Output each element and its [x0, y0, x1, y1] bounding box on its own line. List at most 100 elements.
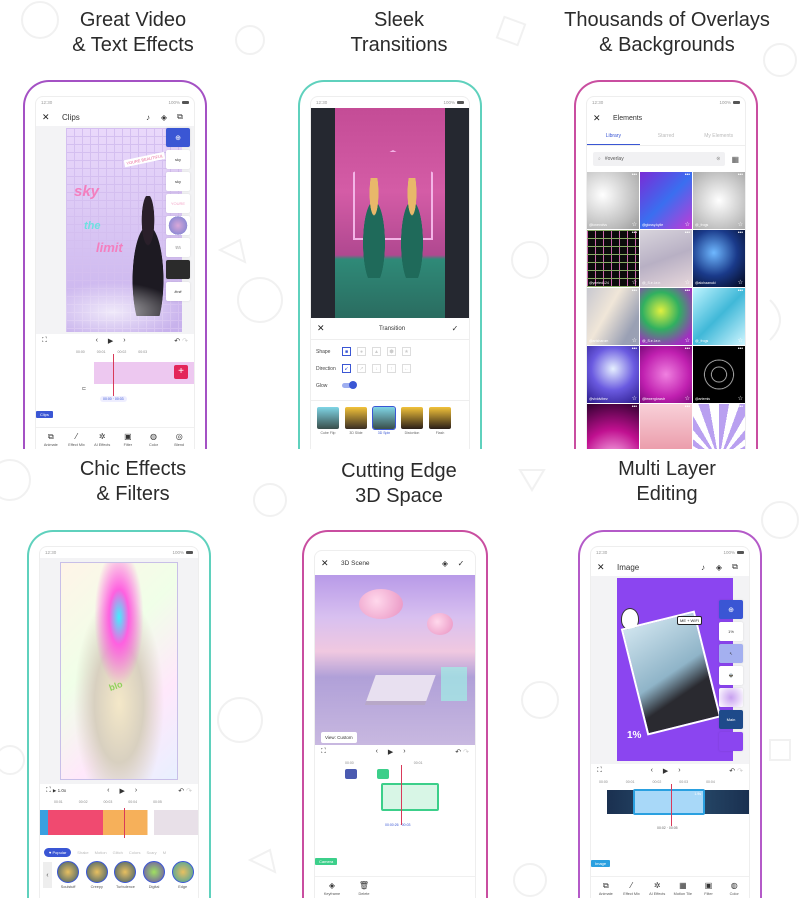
star-icon[interactable]: ☆	[632, 221, 637, 228]
category-motion[interactable]: Motion	[95, 850, 107, 855]
undo-icon[interactable]: ↶	[178, 788, 184, 795]
music-icon[interactable]: ♪	[695, 563, 711, 572]
shape-circle-option[interactable]: ●	[357, 347, 366, 356]
more-icon[interactable]: •••	[685, 404, 690, 410]
playhead[interactable]	[671, 784, 672, 826]
star-icon[interactable]: ☆	[685, 279, 690, 286]
tool-effect-mix[interactable]: ⁄ Effect Mix	[64, 432, 90, 447]
more-icon[interactable]: •••	[632, 288, 637, 294]
category-shake[interactable]: Shake	[77, 850, 88, 855]
qr-code-icon[interactable]: ▦	[731, 155, 739, 164]
close-icon[interactable]: ✕	[597, 562, 611, 573]
category-more[interactable]: M	[163, 850, 166, 855]
layer-thumb-alien[interactable]: 👽	[719, 666, 743, 685]
effect-option[interactable]: Edge	[170, 861, 195, 889]
layer-thumb-cursor[interactable]: ↖	[719, 644, 743, 663]
shape-square-option[interactable]: ■	[342, 347, 351, 356]
fullscreen-icon[interactable]: ⛶	[597, 767, 602, 775]
play-icon[interactable]: ▶	[120, 787, 125, 795]
undo-icon[interactable]: ↶	[174, 338, 180, 345]
star-icon[interactable]: ☆	[738, 221, 743, 228]
tool-ai-effects[interactable]: ✲ AI Effects	[644, 881, 670, 896]
direction-up-right-option[interactable]: ↗	[357, 364, 366, 373]
timeline[interactable]: 00:00 00:01 00:00:26 · 00:03	[315, 759, 475, 839]
category-glitch[interactable]: Glitch	[113, 850, 123, 855]
timeline[interactable]: 00:01 00:02 00:03 00:04 00:05	[40, 798, 198, 844]
camera-keyframe-marker[interactable]	[377, 769, 389, 779]
tab-my-elements[interactable]: My Elements	[692, 128, 745, 145]
music-icon[interactable]: ♪	[140, 113, 156, 122]
layer-thumb[interactable]	[166, 260, 190, 279]
category-colors[interactable]: Colors	[129, 850, 141, 855]
fullscreen-icon[interactable]: ⛶	[42, 337, 47, 345]
glow-toggle[interactable]	[342, 381, 357, 389]
overlay-item[interactable]: •••	[587, 404, 639, 449]
shape-hexagon-option[interactable]: ⬢	[387, 347, 396, 356]
next-frame-icon[interactable]: ›	[403, 748, 405, 756]
playhead[interactable]	[113, 354, 114, 398]
close-icon[interactable]: ✕	[593, 113, 607, 124]
star-icon[interactable]: ☆	[738, 395, 743, 402]
camera-clip[interactable]	[381, 783, 439, 811]
keyframe-marker[interactable]	[345, 769, 357, 779]
more-icon[interactable]: •••	[685, 288, 690, 294]
layer-thumb-main[interactable]: Main	[719, 710, 743, 729]
prev-frame-icon[interactable]: ‹	[96, 337, 98, 345]
add-clip-button[interactable]: +	[174, 365, 188, 379]
layers-icon[interactable]: ◈	[437, 559, 453, 568]
layer-thumb[interactable]: ⌇⌇⌇	[166, 238, 190, 257]
speed-button[interactable]: ▶ 1.0x	[53, 788, 66, 793]
tool-animate[interactable]: ⧉ Animate	[593, 881, 619, 896]
overlay-item[interactable]: ••• @lovevolvs ☆	[587, 172, 639, 229]
more-icon[interactable]: •••	[685, 230, 690, 236]
tool-color[interactable]: ◍ Color	[721, 881, 747, 896]
overlay-item[interactable]: ••• @artemis ☆	[693, 346, 745, 403]
selected-clip[interactable]: 1.9s	[633, 789, 705, 815]
sticker-youre-beautiful[interactable]: YOURE BEAUTIFUL	[123, 151, 166, 168]
layer-thumb-palms[interactable]	[719, 688, 743, 707]
layer-thumb-background[interactable]	[719, 732, 743, 751]
effect-option[interactable]: Creepy	[84, 861, 109, 889]
close-icon[interactable]: ✕	[321, 558, 335, 569]
undo-icon[interactable]: ↶	[455, 749, 461, 756]
tool-motion-tile[interactable]: ▦ Motion Tile	[670, 881, 696, 896]
fullscreen-icon[interactable]: ⛶	[46, 787, 51, 794]
next-frame-icon[interactable]: ›	[135, 787, 137, 795]
direction-left-option[interactable]: ←	[402, 364, 411, 373]
layer-thumb[interactable]: limit	[166, 282, 190, 301]
overlay-item[interactable]: ••• @lewerglowstr ☆	[640, 346, 692, 403]
effect-option[interactable]: Digital	[142, 861, 167, 889]
more-icon[interactable]: •••	[632, 346, 637, 352]
effect-option[interactable]: Turbulence	[113, 861, 138, 889]
fullscreen-icon[interactable]: ⛶	[321, 748, 326, 756]
more-icon[interactable]: •••	[685, 172, 690, 178]
close-icon[interactable]: ✕	[317, 323, 331, 334]
tool-filter[interactable]: ▣ Filter	[115, 432, 141, 447]
category-popular[interactable]: ♥ Popular	[44, 848, 72, 857]
play-icon[interactable]: ▶	[388, 748, 393, 756]
clip-track[interactable]	[40, 810, 198, 835]
star-icon[interactable]: ☆	[738, 279, 743, 286]
photo-layer[interactable]	[620, 610, 722, 736]
more-icon[interactable]: •••	[632, 404, 637, 410]
star-icon[interactable]: ☆	[632, 337, 637, 344]
export-icon[interactable]: ⧉	[172, 112, 188, 122]
close-icon[interactable]: ✕	[42, 112, 56, 123]
undo-icon[interactable]: ↶	[729, 768, 735, 775]
view-custom-label[interactable]: View: Custom	[321, 732, 357, 743]
play-icon[interactable]: ▶	[663, 767, 668, 775]
transition-option-selected[interactable]: 3D Spin	[372, 406, 396, 435]
export-icon[interactable]: ⧉	[727, 562, 743, 572]
tool-filter[interactable]: ▣ Filter	[696, 881, 722, 896]
effect-option[interactable]: Soulstuff	[56, 861, 81, 889]
direction-down-left-option[interactable]: ↙	[342, 364, 351, 373]
transition-option[interactable]: 3D Slide	[345, 407, 367, 435]
next-frame-icon[interactable]: ›	[678, 767, 680, 775]
timeline[interactable]: 00:00 00:01 00:02 00:03 + ⊏ 00:00 · 00:0…	[36, 348, 194, 406]
star-icon[interactable]: ☆	[685, 395, 690, 402]
layers-icon[interactable]: ◈	[156, 113, 172, 122]
overlay-item[interactable]: ••• @_S.e.l.e.n ☆	[640, 230, 692, 287]
timeline[interactable]: 00:00 00:01 00:02 00:03 00:04 1.9s 00:02…	[591, 778, 749, 834]
overlay-item[interactable]: ••• @alohaanuki ☆	[693, 230, 745, 287]
playhead[interactable]	[401, 765, 402, 825]
